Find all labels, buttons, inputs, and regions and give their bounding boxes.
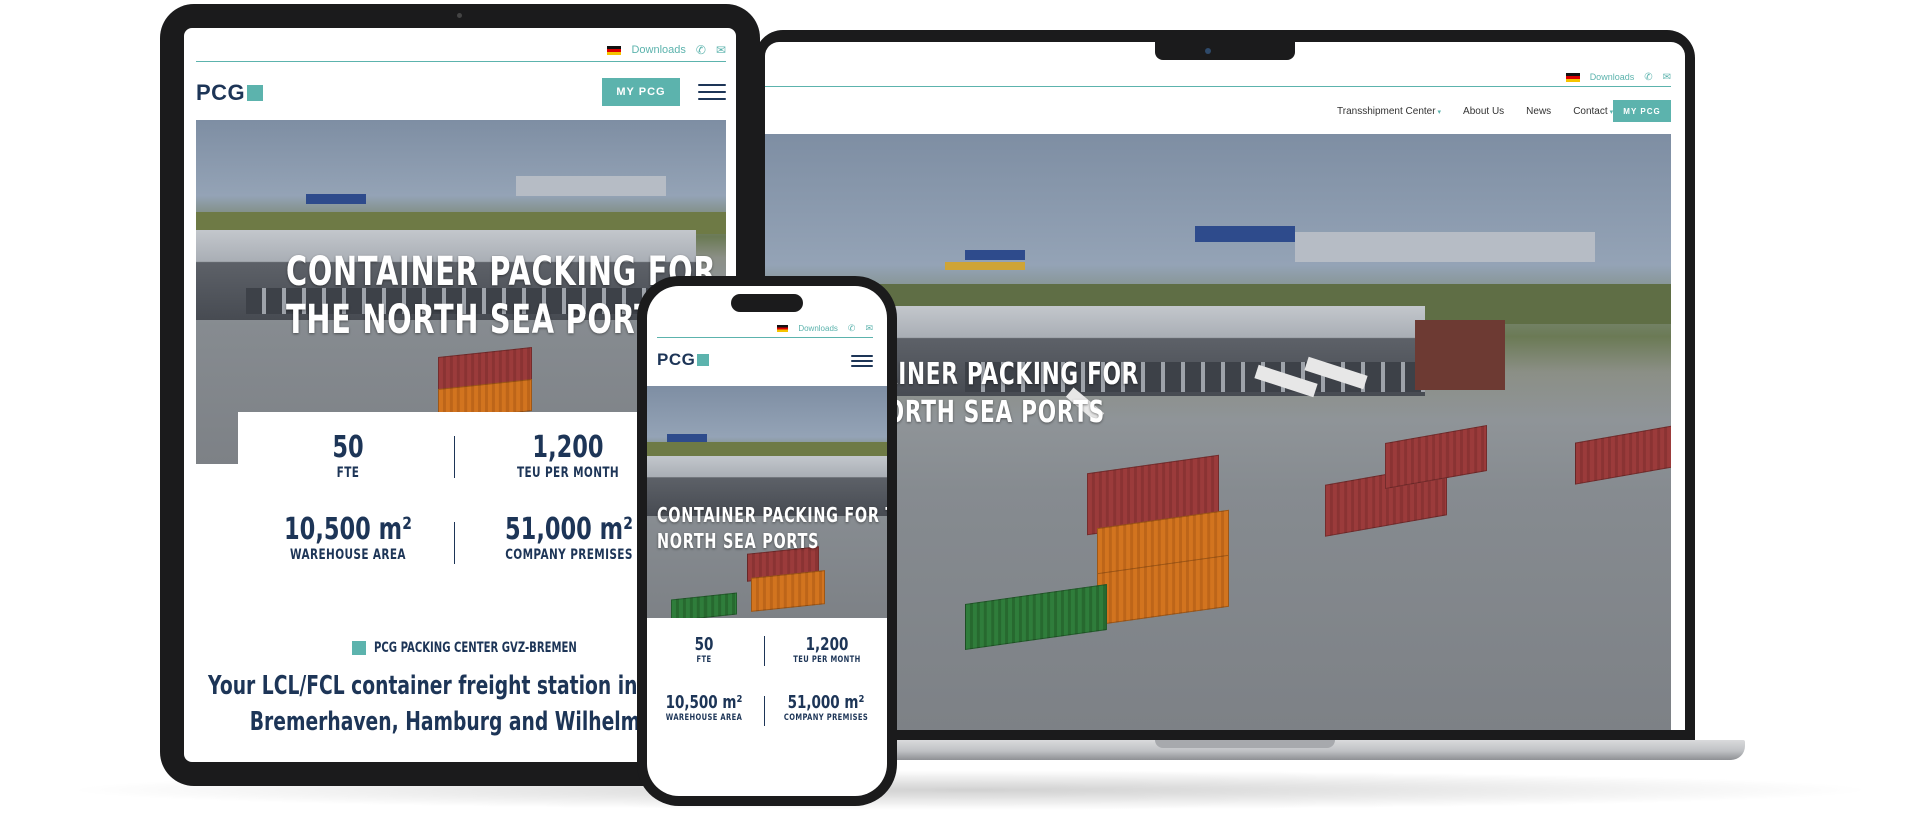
stat-label: COMPANY PREMISES bbox=[505, 547, 633, 563]
tablet-utility-bar: Downloads ✆ ✉ bbox=[184, 42, 726, 58]
mail-icon[interactable]: ✉ bbox=[865, 323, 873, 334]
stat-label: WAREHOUSE AREA bbox=[290, 547, 406, 563]
stat-value: 51,000 m² bbox=[787, 692, 865, 713]
hero-title-line: TAINER PACKING FOR bbox=[867, 357, 1140, 392]
phone-teal-divider bbox=[657, 337, 873, 338]
laptop-screen: Downloads ✆ ✉ Transshipment Center ▾ Abo… bbox=[765, 42, 1685, 730]
logo-square-icon bbox=[247, 85, 264, 101]
stat-label: FTE bbox=[696, 655, 712, 665]
container-stack bbox=[751, 570, 825, 612]
container-stack bbox=[671, 592, 737, 618]
stat-label: TEU PER MONTH bbox=[516, 465, 620, 481]
logo-square-icon bbox=[697, 354, 710, 366]
menu-line bbox=[698, 91, 726, 93]
laptop-notch bbox=[1155, 42, 1295, 60]
stat-label: COMPANY PREMISES bbox=[783, 713, 869, 723]
germany-flag-icon[interactable] bbox=[777, 324, 789, 332]
laptop-teal-divider bbox=[765, 86, 1671, 87]
stat-warehouse: 10,500 m² WAREHOUSE AREA bbox=[248, 512, 448, 563]
laptop-utility-bar: Downloads ✆ ✉ bbox=[1365, 70, 1671, 84]
container-stack bbox=[1575, 425, 1671, 485]
downloads-link[interactable]: Downloads bbox=[798, 324, 838, 333]
laptop-hero-title: TAINER PACKING FOR NORTH SEA PORTS bbox=[867, 356, 1139, 432]
mail-icon[interactable]: ✉ bbox=[1663, 72, 1671, 83]
intro-eyebrow: PCG PACKING CENTER GVZ-BREMEN bbox=[352, 640, 656, 656]
stat-divider bbox=[454, 436, 455, 478]
stat-value: 1,200 bbox=[805, 634, 849, 655]
laptop-main-nav: Transshipment Center ▾ About Us News Con… bbox=[1337, 102, 1613, 120]
stat-label: WAREHOUSE AREA bbox=[665, 713, 743, 723]
stat-premises: 51,000 m² COMPANY PREMISES bbox=[767, 692, 885, 723]
phone-hero-title: CONTAINER PACKING FOR THE NORTH SEA PORT… bbox=[657, 502, 887, 554]
nav-item-about[interactable]: About Us bbox=[1463, 106, 1504, 117]
downloads-link[interactable]: Downloads bbox=[1590, 72, 1635, 82]
nav-label: Contact bbox=[1573, 105, 1608, 117]
phone-icon[interactable]: ✆ bbox=[1644, 72, 1652, 83]
chevron-down-icon: ▾ bbox=[1435, 108, 1442, 116]
stat-divider bbox=[764, 636, 765, 666]
hamburger-menu-icon[interactable] bbox=[851, 355, 873, 367]
stat-value: 50 bbox=[694, 634, 714, 655]
stat-value: 51,000 m² bbox=[505, 512, 633, 547]
hero-title-line: CONTAINER PACKING FOR THE bbox=[657, 503, 887, 527]
stat-divider bbox=[454, 522, 455, 564]
phone-icon[interactable]: ✆ bbox=[848, 323, 856, 334]
my-pcg-button[interactable]: MY PCG bbox=[1613, 100, 1671, 122]
stat-teu: 1,200 TEU PER MONTH bbox=[771, 634, 883, 665]
eyebrow-text: PCG PACKING CENTER GVZ-BREMEN bbox=[374, 640, 577, 656]
logo-text: PCG bbox=[196, 80, 246, 105]
nav-item-news[interactable]: News bbox=[1526, 106, 1551, 117]
hero-title-line: NORTH SEA PORTS bbox=[867, 395, 1105, 430]
stat-warehouse: 10,500 m² WAREHOUSE AREA bbox=[647, 692, 761, 723]
accent-square-icon bbox=[352, 641, 366, 655]
stat-value: 50 bbox=[332, 430, 364, 465]
container-stack bbox=[1385, 425, 1487, 489]
tablet-camera bbox=[457, 13, 462, 18]
stat-label: TEU PER MONTH bbox=[793, 655, 861, 665]
container-stack bbox=[965, 584, 1107, 650]
stat-value: 10,500 m² bbox=[665, 692, 743, 713]
camera-icon bbox=[1205, 48, 1211, 54]
nav-label: Transshipment Center bbox=[1337, 105, 1436, 117]
downloads-link[interactable]: Downloads bbox=[631, 44, 685, 56]
phone-utility-bar: Downloads ✆ ✉ bbox=[647, 322, 873, 334]
stat-fte: 50 FTE bbox=[651, 634, 757, 665]
hamburger-menu-icon[interactable] bbox=[698, 84, 726, 100]
germany-flag-icon[interactable] bbox=[607, 45, 622, 55]
pcg-logo[interactable]: PCG bbox=[196, 80, 264, 106]
stat-value: 10,500 m² bbox=[284, 512, 412, 547]
phone-screen: Downloads ✆ ✉ PCG CONTAINER PACKING FOR … bbox=[647, 286, 887, 796]
menu-line bbox=[851, 355, 873, 357]
stat-divider bbox=[764, 696, 765, 726]
stat-label: FTE bbox=[336, 465, 360, 481]
hero-title-line: NORTH SEA PORTS bbox=[657, 529, 820, 553]
nav-item-transshipment[interactable]: Transshipment Center ▾ bbox=[1337, 106, 1441, 117]
menu-line bbox=[698, 98, 726, 100]
phone-device: Downloads ✆ ✉ PCG CONTAINER PACKING FOR … bbox=[637, 276, 897, 806]
germany-flag-icon[interactable] bbox=[1565, 72, 1580, 82]
menu-line bbox=[851, 360, 873, 362]
phone-icon[interactable]: ✆ bbox=[696, 43, 706, 57]
phone-hero-image: CONTAINER PACKING FOR THE NORTH SEA PORT… bbox=[647, 386, 887, 618]
mail-icon[interactable]: ✉ bbox=[716, 43, 726, 57]
laptop-trackpad-notch bbox=[1155, 740, 1335, 748]
menu-line bbox=[698, 84, 726, 86]
stat-fte: 50 FTE bbox=[258, 430, 438, 481]
pcg-logo[interactable]: PCG bbox=[657, 350, 710, 370]
nav-item-contact[interactable]: Contact ▾ bbox=[1573, 106, 1613, 117]
menu-line bbox=[851, 365, 873, 367]
tablet-teal-divider bbox=[196, 61, 726, 62]
laptop-hero-image: TAINER PACKING FOR NORTH SEA PORTS bbox=[765, 134, 1671, 730]
stat-value: 1,200 bbox=[532, 430, 604, 465]
logo-text: PCG bbox=[657, 350, 696, 369]
my-pcg-button[interactable]: MY PCG bbox=[602, 78, 680, 106]
phone-dynamic-island bbox=[731, 294, 803, 312]
